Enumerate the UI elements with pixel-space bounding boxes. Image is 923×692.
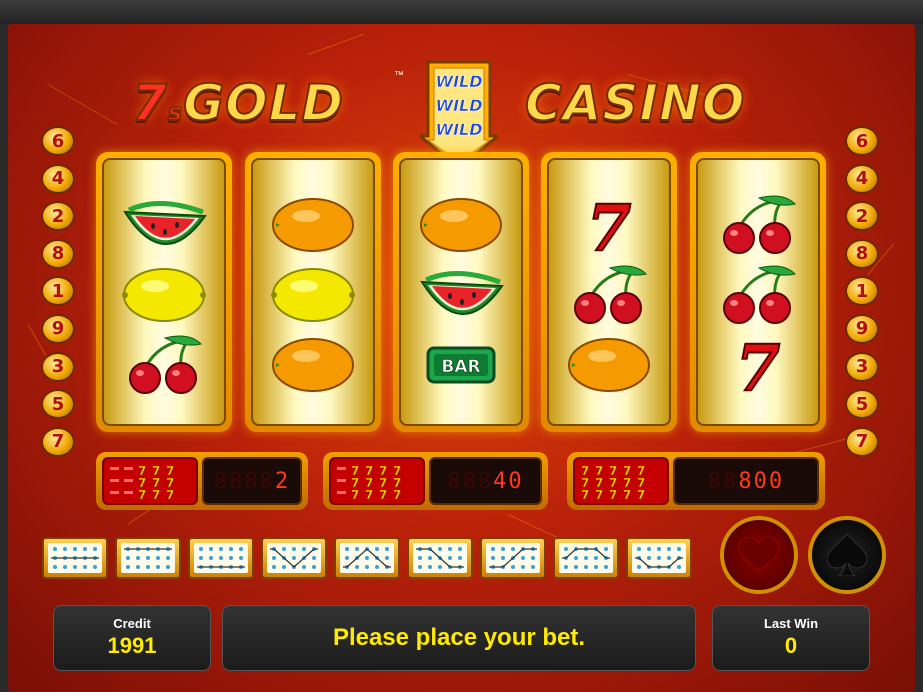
line-lamp-1: 1 xyxy=(845,276,879,307)
payout-panel-5-sevens: 777777777777777 88 800 xyxy=(567,452,825,510)
logo-seven: 7 xyxy=(131,73,168,133)
top-strip xyxy=(0,0,923,24)
svg-text:7: 7 xyxy=(595,488,603,502)
lemon-symbol xyxy=(268,264,358,326)
watermelon-symbol xyxy=(119,194,209,256)
sevens-icon: 7 7 7 77 7 7 77 7 7 7 xyxy=(337,464,402,502)
line-lamp-8: 8 xyxy=(41,238,75,269)
line-lamp-7: 7 xyxy=(41,426,75,457)
line-lamp-3: 3 xyxy=(845,351,879,382)
orange-symbol xyxy=(416,194,506,256)
line-lamp-9: 9 xyxy=(41,313,75,344)
svg-text:7: 7 xyxy=(587,194,632,256)
line-7-button[interactable] xyxy=(480,537,546,579)
line-lamp-3: 3 xyxy=(41,351,75,382)
line-1-button[interactable] xyxy=(42,537,108,579)
svg-text:BAR: BAR xyxy=(441,357,480,377)
svg-text:7: 7 xyxy=(609,488,617,502)
svg-text:7: 7 xyxy=(637,488,645,502)
payout-sevens-icons: 777777777777 xyxy=(329,457,425,505)
status-message: Please place your bet. xyxy=(332,624,586,651)
svg-text:7: 7 xyxy=(393,488,401,502)
right-line-lamps: 6 4 2 8 1 9 3 5 7 xyxy=(845,126,885,464)
line-9-button[interactable] xyxy=(626,537,692,579)
logo-s: s xyxy=(167,97,184,127)
sevens-icon: 7 7 77 7 77 7 7 xyxy=(110,464,175,502)
cherries-symbol xyxy=(119,334,209,396)
wild-word-2: WILD xyxy=(435,96,483,116)
reel-3: BAR xyxy=(393,152,529,432)
seven-symbol: 7 xyxy=(713,334,803,396)
reel-1 xyxy=(96,152,232,432)
reel-2 xyxy=(245,152,381,432)
svg-text:7: 7 xyxy=(152,488,160,502)
svg-text:7: 7 xyxy=(736,334,781,396)
svg-text:7: 7 xyxy=(623,488,631,502)
watermelon-symbol xyxy=(416,264,506,326)
spade-icon xyxy=(827,534,867,576)
wild-word-1: WILD xyxy=(435,72,483,92)
line-lamp-7: 7 xyxy=(845,426,879,457)
svg-text:7: 7 xyxy=(166,488,174,502)
credit-label: Credit xyxy=(113,616,151,631)
line-lamp-6: 6 xyxy=(845,126,879,156)
payout-sevens-icons: 777777777 xyxy=(102,457,198,505)
line-lamp-2: 2 xyxy=(845,201,879,232)
cherries-symbol xyxy=(564,264,654,326)
payout-panel-4-sevens: 777777777777 888 40 xyxy=(323,452,548,510)
reel-5: 7 xyxy=(690,152,826,432)
reel-4: 7 xyxy=(541,152,677,432)
orange-symbol xyxy=(268,194,358,256)
line-2-button[interactable] xyxy=(115,537,181,579)
cherries-symbol xyxy=(713,264,803,326)
orange-symbol xyxy=(268,334,358,396)
line-lamp-4: 4 xyxy=(845,163,879,194)
logo-gold: GOLD xyxy=(182,73,345,133)
payout-value: 8888 2 xyxy=(202,457,302,505)
svg-text:7: 7 xyxy=(581,488,589,502)
logo-sevens-gold: 7sGOLD xyxy=(131,73,345,133)
line-lamp-1: 1 xyxy=(41,276,75,307)
last-win-label: Last Win xyxy=(763,616,819,631)
line-lamp-2: 2 xyxy=(41,201,75,232)
trademark: ™ xyxy=(394,70,404,81)
svg-text:7: 7 xyxy=(138,488,146,502)
line-lamp-4: 4 xyxy=(41,163,75,194)
line-lamp-9: 9 xyxy=(845,313,879,344)
left-line-lamps: 6 4 2 8 1 9 3 5 7 xyxy=(41,126,81,464)
bar-symbol: BAR xyxy=(416,334,506,396)
svg-text:7: 7 xyxy=(379,488,387,502)
line-8-button[interactable] xyxy=(553,537,619,579)
credit-value: 1991 xyxy=(107,633,157,658)
message-box: Please place your bet. xyxy=(222,605,696,671)
last-win-box: Last Win 0 xyxy=(712,605,870,671)
sevens-icon: 7 7 7 7 77 7 7 7 77 7 7 7 7 xyxy=(581,464,646,502)
payout-sevens-icons: 777777777777777 xyxy=(573,457,669,505)
last-win-value: 0 xyxy=(784,633,798,658)
line-lamp-5: 5 xyxy=(845,389,879,420)
gamble-black-button[interactable] xyxy=(808,516,886,594)
line-3-button[interactable] xyxy=(188,537,254,579)
logo-casino: CASINO xyxy=(524,73,746,133)
heart-icon xyxy=(739,537,779,572)
svg-text:7: 7 xyxy=(351,488,359,502)
payout-value: 888 40 xyxy=(429,457,542,505)
gamble-red-button[interactable] xyxy=(720,516,798,594)
credit-box: Credit 1991 xyxy=(53,605,211,671)
cherries-symbol xyxy=(713,194,803,256)
line-lamp-8: 8 xyxy=(845,238,879,269)
wild-word-3: WILD xyxy=(435,120,483,140)
seven-symbol: 7 xyxy=(564,194,654,256)
lemon-symbol xyxy=(119,264,209,326)
line-lamp-6: 6 xyxy=(41,126,75,156)
line-6-button[interactable] xyxy=(407,537,473,579)
svg-text:7: 7 xyxy=(365,488,373,502)
line-lamp-5: 5 xyxy=(41,389,75,420)
payout-panel-3-sevens: 777777777 8888 2 xyxy=(96,452,308,510)
orange-symbol xyxy=(564,334,654,396)
payout-value: 88 800 xyxy=(673,457,819,505)
line-5-button[interactable] xyxy=(334,537,400,579)
line-4-button[interactable] xyxy=(261,537,327,579)
